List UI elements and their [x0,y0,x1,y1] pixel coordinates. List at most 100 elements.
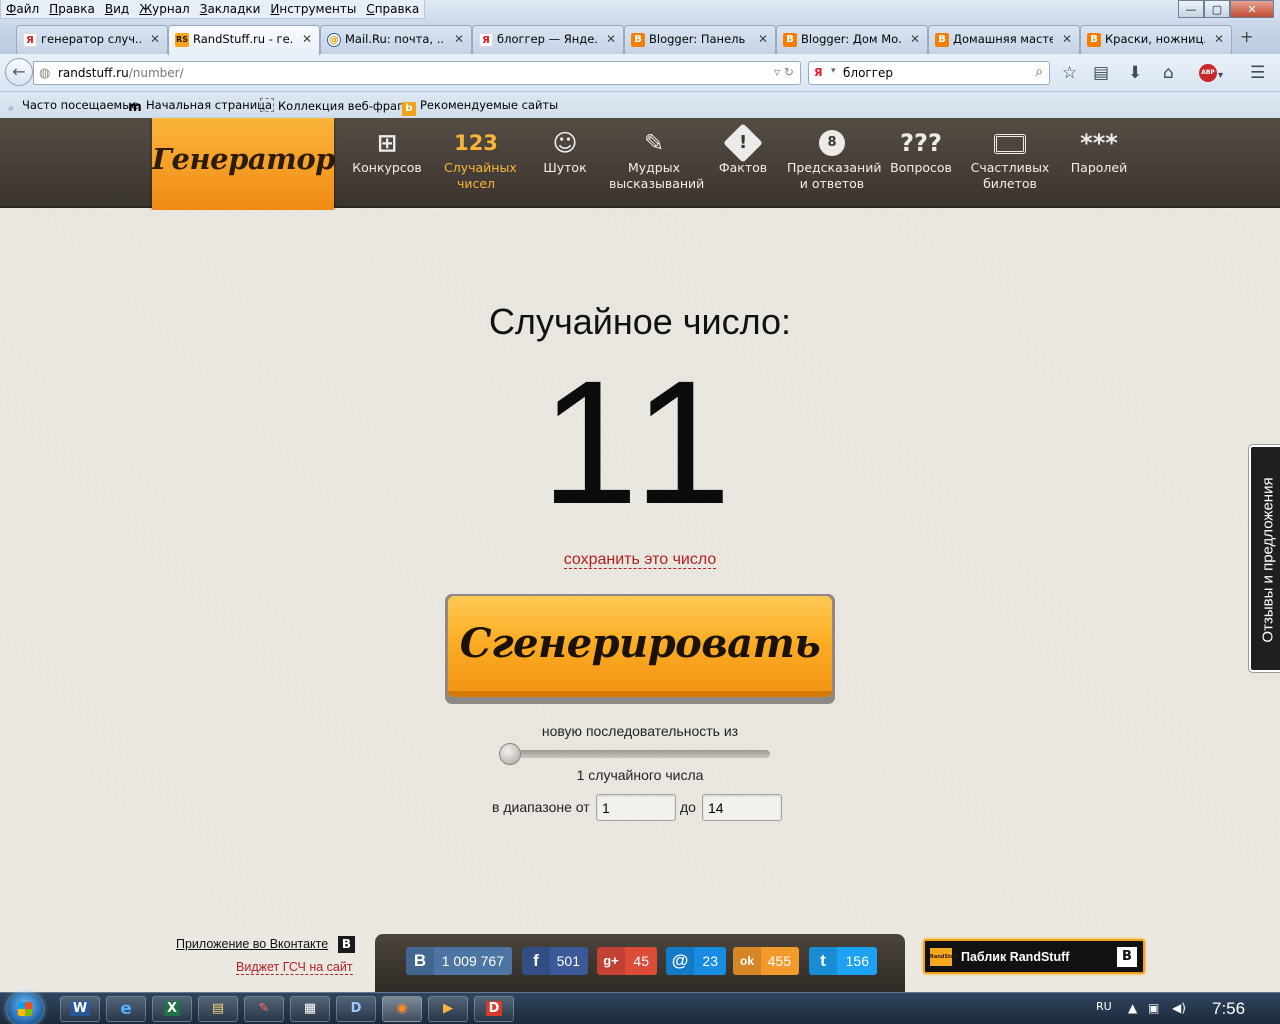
count-slider-handle[interactable] [499,743,521,765]
tab-8[interactable]: B Краски, ножниц... ✕ [1080,25,1232,54]
tab-title: Blogger: Панель ... [649,32,749,46]
download-icon[interactable]: ⬇ [1128,63,1142,83]
start-button[interactable] [7,993,43,1024]
language-indicator[interactable]: RU [1096,1000,1112,1013]
nav-item-facts[interactable]: ! Фактов [695,123,791,176]
tab-6[interactable]: B Blogger: Дом Мо... ✕ [776,25,928,54]
save-number-row: сохранить это число [0,551,1280,569]
back-arrow-icon[interactable]: ← [5,58,33,86]
range-to-input[interactable] [702,794,782,821]
new-tab-icon[interactable]: + [1240,27,1253,46]
star-icon[interactable]: ☆ [1062,63,1077,83]
nav-item-quotes[interactable]: ✎ Мудрых высказываний [606,128,704,192]
generate-button-label: Сгенерировать [448,596,832,697]
generate-button[interactable]: Сгенерировать [445,594,835,704]
nav-item-passwords[interactable]: *** Паролей [1051,128,1147,176]
main-content: Случайное число: 11 сохранить это число … [0,210,1280,928]
search-box[interactable]: Я ▾ ⌕ [808,61,1050,85]
vk-app-link[interactable]: Приложение во Вконтакте [176,937,328,951]
nav-item-random-numbers[interactable]: 123 Случайных чисел [428,128,524,192]
excel-icon[interactable]: X [152,996,192,1022]
chevron-down-icon[interactable]: ▾ [1218,66,1223,86]
menu-history[interactable]: Журнал [134,0,195,18]
volume-icon[interactable]: ◀) [1172,1001,1186,1015]
daemon-tools-icon[interactable]: D [336,996,376,1022]
minimize-button[interactable]: — [1178,0,1204,18]
explorer-icon[interactable]: ▤ [198,996,238,1022]
adblock-icon[interactable]: ABP [1199,64,1217,82]
count-slider-track[interactable] [502,750,770,758]
paint-icon[interactable]: ✎ [244,996,284,1022]
widget-link[interactable]: Виджет ГСЧ на сайт [236,960,353,975]
yandex-engine-icon[interactable]: Я [814,66,830,81]
tab-close-icon[interactable]: ✕ [454,26,464,53]
share-facebook-button[interactable]: f 501 [522,947,588,975]
share-google-plus-button[interactable]: g+ 45 [597,947,657,975]
vk-icon[interactable]: В [338,936,355,953]
nav-item-predictions[interactable]: 8 Предсказаний и ответов [784,128,881,192]
m-logo-icon: m [128,100,142,115]
tab-close-icon[interactable]: ✕ [302,26,312,53]
tab-2[interactable]: RS RandStuff.ru - ге... ✕ [168,25,320,55]
tab-4[interactable]: Я блоггер — Янде... ✕ [472,25,624,54]
word-icon[interactable]: W [60,996,100,1022]
site-logo[interactable]: Генератор [152,118,335,212]
tab-close-icon[interactable]: ✕ [150,26,160,53]
share-odnoklassniki-button[interactable]: ok 455 [733,947,799,975]
daemon-glyph: D [350,1001,362,1016]
bookmark-recommended[interactable]: b Рекомендуемые сайты [402,98,558,116]
network-icon[interactable]: ▣ [1148,1001,1159,1015]
close-window-button[interactable]: ✕ [1230,0,1274,18]
feedback-tab[interactable]: Отзывы и предложения [1249,445,1280,672]
movie-maker-icon[interactable]: ▦ [290,996,330,1022]
reload-icon[interactable]: ▿ ↻ [774,65,794,79]
tab-close-icon[interactable]: ✕ [758,26,768,53]
tab-1[interactable]: Я генератор случ... ✕ [16,25,168,54]
bookmark-label: Рекомендуемые сайты [420,98,559,112]
nav-item-jokes[interactable]: ☺ Шуток [517,128,613,176]
hamburger-menu-icon[interactable]: ☰ [1250,63,1265,83]
menu-help[interactable]: Справка [361,0,424,18]
save-number-link[interactable]: сохранить это число [563,551,717,569]
tray-arrow-icon[interactable]: ▲ [1128,1001,1137,1015]
home-icon[interactable]: ⌂ [1163,63,1174,83]
chevron-down-icon[interactable]: ▾ [831,66,836,76]
menu-view[interactable]: Вид [100,0,134,18]
app-d-glyph: D [485,1001,503,1016]
firefox-icon[interactable]: ◉ [382,996,422,1022]
tab-close-icon[interactable]: ✕ [910,26,920,53]
bookmarks-list-icon[interactable]: ▤ [1093,63,1109,83]
bookmark-most-visited[interactable]: ⌕ Часто посещаемые [4,98,138,116]
nav-item-lucky-tickets[interactable]: Счастливых билетов [962,128,1058,192]
share-vk-button[interactable]: В 1 009 767 [406,947,512,975]
share-twitter-button[interactable]: t 156 [809,947,877,975]
clock[interactable]: 7:56 [1212,999,1245,1019]
media-player-icon[interactable]: ▶ [428,996,468,1022]
tab-7[interactable]: B Домашняя масте... ✕ [928,25,1080,54]
tab-5[interactable]: B Blogger: Панель ... ✕ [624,25,776,54]
globe-icon: ◍ [39,66,51,81]
menu-edit[interactable]: Правка [44,0,100,18]
url-text: randstuff.ru/number/ [58,66,184,80]
range-from-input[interactable] [596,794,676,821]
nav-item-questions[interactable]: ??? Вопросов [873,128,969,176]
tab-close-icon[interactable]: ✕ [1062,26,1072,53]
menu-file[interactable]: Файл [1,0,44,18]
address-bar[interactable]: ◍ randstuff.ru/number/ ▿ ↻ [33,61,801,85]
bookmark-home-page[interactable]: m Начальная страница [128,98,272,115]
public-randstuff-link[interactable]: RandStuff Паблик RandStuff В [923,939,1145,974]
internet-explorer-icon[interactable]: e [106,996,146,1022]
share-mailru-button[interactable]: @ 23 [666,947,726,975]
tab-close-icon[interactable]: ✕ [1214,26,1224,53]
maximize-button[interactable]: ▢ [1204,0,1230,18]
search-icon[interactable]: ⌕ [1035,64,1043,80]
player-glyph: ▶ [443,1001,453,1016]
tab-close-icon[interactable]: ✕ [606,26,616,53]
tab-3[interactable]: @ Mail.Ru: почта, ... ✕ [320,25,472,54]
bookmark-webslices[interactable]: Коллекция веб-фраг... [260,98,414,113]
menu-bookmarks[interactable]: Закладки [195,0,266,18]
search-input[interactable] [843,65,1023,81]
app-d-icon[interactable]: D [474,996,514,1022]
nav-item-contests[interactable]: ⊞ Конкурсов [339,128,435,176]
menu-tools[interactable]: Инструменты [265,0,361,18]
